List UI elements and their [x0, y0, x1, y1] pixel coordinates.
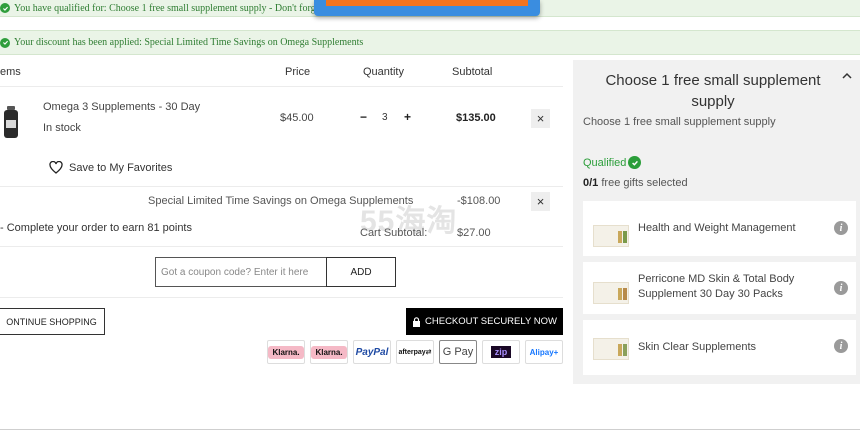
divider	[0, 86, 563, 87]
gift-name: Perricone MD Skin & Total Body Supplemen…	[638, 273, 795, 300]
apply-coupon-button[interactable]: ADD	[326, 257, 396, 287]
quantity-increase-button[interactable]: +	[404, 110, 411, 124]
check-circle-icon	[628, 156, 642, 169]
heart-icon	[49, 161, 63, 174]
save-to-favorites-link[interactable]: Save to My Favorites	[49, 161, 172, 174]
check-circle-icon	[0, 37, 10, 48]
stock-status: In stock	[43, 122, 81, 134]
product-subtotal: $135.00	[456, 112, 496, 124]
discount-banner-text: Your discount has been applied: Special …	[14, 37, 364, 48]
lock-icon	[413, 316, 421, 327]
klarna-logo[interactable]: Klarna.	[267, 340, 305, 364]
column-header-quantity: Quantity	[363, 66, 404, 78]
product-name[interactable]: Omega 3 Supplements - 30 Day	[43, 101, 200, 113]
column-header-items: ems	[0, 66, 21, 78]
info-icon[interactable]: i	[834, 339, 848, 353]
payment-methods: Klarna. Klarna. PayPal afterpay⇄ G Pay z…	[267, 340, 563, 364]
discount-banner: Your discount has been applied: Special …	[0, 30, 860, 55]
free-gift-panel-title: Choose 1 free small supplement supply	[605, 72, 821, 110]
qualified-banner-text: You have qualified for: Choose 1 free sm…	[14, 2, 316, 14]
divider	[0, 186, 563, 187]
divider	[0, 297, 563, 298]
google-pay-logo[interactable]: G Pay	[439, 340, 477, 364]
cart-subtotal-value: $27.00	[457, 227, 491, 239]
free-gift-description: Choose 1 free small supplement supply	[583, 116, 776, 128]
gift-option[interactable]: Perricone MD Skin & Total Body Supplemen…	[583, 262, 856, 314]
column-header-subtotal: Subtotal	[452, 66, 493, 78]
checkout-button-label: CHECKOUT SECURELY NOW	[425, 316, 557, 327]
gift-option[interactable]: Health and Weight Management i	[583, 201, 856, 256]
product-thumbnail[interactable]	[2, 106, 20, 140]
gift-thumbnail	[593, 225, 629, 247]
gift-name: Skin Clear Supplements	[638, 341, 757, 353]
quantity-decrease-button[interactable]: −	[360, 110, 367, 124]
column-header-price: Price	[285, 66, 311, 78]
continue-shopping-button[interactable]: ONTINUE SHOPPING	[0, 308, 105, 335]
zip-logo[interactable]: zip	[482, 340, 520, 364]
points-message: - Complete your order to earn 81 points	[0, 222, 192, 234]
watermark: 55海淘	[360, 205, 458, 238]
popup-overlay[interactable]	[314, 0, 540, 16]
checkout-button[interactable]: CHECKOUT SECURELY NOW	[406, 308, 563, 335]
free-gift-panel: Choose 1 free small supplement supply Ch…	[573, 60, 860, 384]
gift-name: Health and Weight Management	[638, 222, 796, 234]
chevron-up-icon[interactable]	[841, 70, 853, 82]
remove-promo-button[interactable]: ×	[531, 192, 550, 211]
gift-thumbnail	[593, 338, 629, 360]
divider	[0, 246, 563, 247]
paypal-logo[interactable]: PayPal	[353, 340, 391, 364]
promo-discount-value: -$108.00	[457, 195, 501, 207]
gift-thumbnail	[593, 282, 629, 304]
info-icon[interactable]: i	[834, 281, 848, 295]
quantity-value[interactable]: 3	[382, 112, 388, 123]
info-icon[interactable]: i	[834, 221, 848, 235]
klarna-logo[interactable]: Klarna.	[310, 340, 348, 364]
remove-item-button[interactable]: ×	[531, 109, 550, 128]
gift-option[interactable]: Skin Clear Supplements i	[583, 320, 856, 375]
qualified-status: Qualified	[583, 156, 642, 169]
coupon-code-input[interactable]	[155, 257, 327, 287]
afterpay-logo[interactable]: afterpay⇄	[396, 340, 434, 364]
gifts-selected-count: 0/1 free gifts selected	[583, 177, 688, 189]
footer-divider	[0, 429, 860, 430]
product-price: $45.00	[280, 112, 314, 124]
check-circle-icon	[0, 3, 10, 13]
save-to-favorites-label: Save to My Favorites	[69, 161, 173, 174]
alipay-logo[interactable]: Alipay+	[525, 340, 563, 364]
